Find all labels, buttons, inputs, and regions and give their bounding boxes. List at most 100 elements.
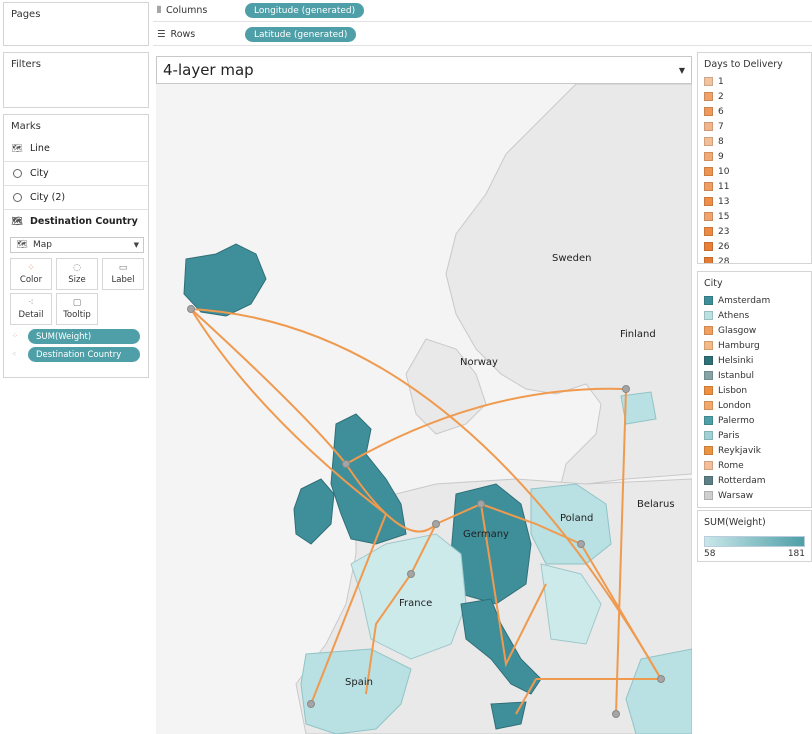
city-point[interactable] xyxy=(407,570,415,578)
city-swatch xyxy=(704,431,713,440)
city-legend-item[interactable]: Athens xyxy=(698,308,811,323)
city-legend-item[interactable]: Lisbon xyxy=(698,383,811,398)
city-swatch xyxy=(704,371,713,380)
days-legend-label: 11 xyxy=(718,181,730,192)
pages-card[interactable]: Pages xyxy=(3,2,149,46)
city-legend-item[interactable]: Amsterdam xyxy=(698,293,811,308)
days-legend-item[interactable]: 26 xyxy=(698,239,811,254)
days-legend-label: 6 xyxy=(718,106,724,117)
marks-layer-line[interactable]: 🗺 Line xyxy=(10,143,50,154)
columns-label: Columns xyxy=(166,5,208,16)
city-legend-label: Istanbul xyxy=(718,370,755,381)
days-swatch xyxy=(704,167,713,176)
divider xyxy=(4,185,148,186)
sum-weight-legend[interactable]: SUM(Weight) 58 181 xyxy=(697,510,812,562)
city-legend-label: Reykjavik xyxy=(718,445,761,456)
filters-card[interactable]: Filters xyxy=(3,52,149,108)
days-legend-item[interactable]: 6 xyxy=(698,104,811,119)
city-legend-item[interactable]: Glasgow xyxy=(698,323,811,338)
latitude-pill[interactable]: Latitude (generated) xyxy=(245,27,357,42)
days-legend-item[interactable]: 11 xyxy=(698,179,811,194)
sum-weight-pill[interactable]: SUM(Weight) xyxy=(28,329,140,344)
days-legend-item[interactable]: 2 xyxy=(698,89,811,104)
city-legend-item[interactable]: Hamburg xyxy=(698,338,811,353)
city-point[interactable] xyxy=(622,385,630,393)
days-legend-label: 2 xyxy=(718,91,724,102)
days-legend-item[interactable]: 13 xyxy=(698,194,811,209)
city-legend[interactable]: City Amsterdam Athens Glasgow Hamburg Helsin… xyxy=(697,271,812,508)
days-swatch xyxy=(704,227,713,236)
days-legend-title: Days to Delivery xyxy=(704,59,783,70)
divider xyxy=(4,209,148,210)
marks-layer-city[interactable]: City xyxy=(10,168,49,179)
size-button[interactable]: ◌ Size xyxy=(56,258,98,290)
days-legend-label: 10 xyxy=(718,166,730,177)
days-legend-item[interactable]: 1 xyxy=(698,74,811,89)
city-legend-item[interactable]: Palermo xyxy=(698,413,811,428)
marks-card: Marks 🗺 Line City City (2) 🗺 Destination… xyxy=(3,114,149,378)
city-legend-label: Lisbon xyxy=(718,385,748,396)
city-legend-item[interactable]: Helsinki xyxy=(698,353,811,368)
city-legend-item[interactable]: Paris xyxy=(698,428,811,443)
city-point[interactable] xyxy=(577,540,585,548)
days-swatch xyxy=(704,77,713,86)
days-legend-item[interactable]: 28 xyxy=(698,254,811,263)
divider xyxy=(4,161,148,162)
tooltip-button[interactable]: ▢ Tooltip xyxy=(56,293,98,325)
city-point[interactable] xyxy=(657,675,665,683)
days-legend-item[interactable]: 8 xyxy=(698,134,811,149)
label-button-label: Label xyxy=(111,275,135,285)
city-swatch xyxy=(704,416,713,425)
city-point[interactable] xyxy=(307,700,315,708)
map-canvas[interactable]: Sweden Finland Norway Belarus Poland Ger… xyxy=(156,84,692,734)
city-point[interactable] xyxy=(612,710,620,718)
marks-layer-label: City (2) xyxy=(30,192,66,203)
days-legend-item[interactable]: 9 xyxy=(698,149,811,164)
days-swatch xyxy=(704,242,713,251)
marks-layer-city-2[interactable]: City (2) xyxy=(10,192,65,203)
columns-shelf[interactable]: ⫴ Columns Longitude (generated) xyxy=(153,0,812,22)
map-layer-icon: 🗺 xyxy=(11,143,23,154)
city-point[interactable] xyxy=(477,500,485,508)
city-legend-item[interactable]: Warsaw xyxy=(698,488,811,503)
rows-icon: ☰ xyxy=(157,29,166,40)
city-swatch xyxy=(704,461,713,470)
label-button[interactable]: ▭ Label xyxy=(102,258,144,290)
city-legend-label: Palermo xyxy=(718,415,755,426)
city-legend-item[interactable]: Rome xyxy=(698,458,811,473)
map-label-spain: Spain xyxy=(345,677,373,688)
days-legend-item[interactable]: 7 xyxy=(698,119,811,134)
city-legend-item[interactable]: Rotterdam xyxy=(698,473,811,488)
city-point[interactable] xyxy=(187,305,195,313)
chevron-down-icon[interactable]: ▼ xyxy=(679,66,685,75)
tooltip-button-label: Tooltip xyxy=(63,310,91,320)
days-swatch xyxy=(704,182,713,191)
color-icon: ⁘ xyxy=(27,263,35,273)
city-legend-item[interactable]: Istanbul xyxy=(698,368,811,383)
city-legend-item[interactable]: Reykjavik xyxy=(698,443,811,458)
worksheet-title-bar[interactable]: 4-layer map ▼ xyxy=(156,56,692,84)
marks-layer-destination-country[interactable]: 🗺 Destination Country xyxy=(10,216,138,227)
weight-legend-title: SUM(Weight) xyxy=(704,517,766,528)
detail-encoding-icon: ⁖ xyxy=(12,350,17,358)
city-point[interactable] xyxy=(432,520,440,528)
destination-country-pill[interactable]: Destination Country xyxy=(28,347,140,362)
days-legend-item[interactable]: 15 xyxy=(698,209,811,224)
mark-type-dropdown[interactable]: 🗺 Map ▼ xyxy=(10,237,144,253)
days-legend-item[interactable]: 23 xyxy=(698,224,811,239)
map-label-sweden: Sweden xyxy=(552,253,592,264)
color-button[interactable]: ⁘ Color xyxy=(10,258,52,290)
city-point[interactable] xyxy=(342,460,350,468)
days-to-delivery-legend[interactable]: Days to Delivery 1 2 6 7 8 9 10 11 13 15 23 26 28 xyxy=(697,52,812,264)
city-legend-item[interactable]: London xyxy=(698,398,811,413)
detail-button[interactable]: ⁖ Detail xyxy=(10,293,52,325)
rows-shelf[interactable]: ☰ Rows Latitude (generated) xyxy=(153,24,812,46)
city-swatch xyxy=(704,386,713,395)
days-legend-item[interactable]: 10 xyxy=(698,164,811,179)
map-view[interactable]: Sweden Finland Norway Belarus Poland Ger… xyxy=(156,84,692,734)
days-legend-label: 8 xyxy=(718,136,724,147)
city-legend-list: Amsterdam Athens Glasgow Hamburg Helsinki Ist… xyxy=(698,293,811,503)
rows-shelf-label: ☰ Rows xyxy=(153,29,245,40)
longitude-pill[interactable]: Longitude (generated) xyxy=(245,3,365,18)
city-swatch xyxy=(704,341,713,350)
